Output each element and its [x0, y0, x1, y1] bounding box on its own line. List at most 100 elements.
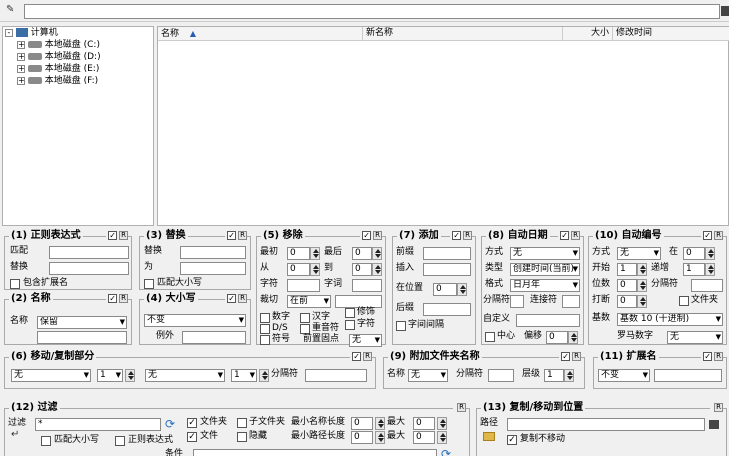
- last-stepper[interactable]: [372, 247, 382, 260]
- min-name-stepper[interactable]: [375, 417, 385, 430]
- hidden-checkbox[interactable]: [237, 432, 247, 442]
- move-from-select[interactable]: 无: [11, 369, 91, 382]
- join-input[interactable]: [562, 295, 580, 308]
- first-stepper[interactable]: [310, 247, 320, 260]
- folder-checkbox[interactable]: [679, 296, 689, 306]
- min-name-input[interactable]: 0: [351, 417, 373, 430]
- start-input[interactable]: 1: [617, 263, 637, 276]
- format-select[interactable]: 日月年: [510, 279, 580, 292]
- incr-input[interactable]: 1: [683, 263, 705, 276]
- panel-enable[interactable]: ✓ R: [106, 231, 128, 241]
- enable-checkbox[interactable]: ✓: [108, 294, 118, 303]
- reset-button[interactable]: R: [119, 231, 128, 240]
- mode-select[interactable]: 无: [617, 247, 661, 260]
- type-select[interactable]: 创建时间(当前): [510, 263, 580, 276]
- max-name-stepper[interactable]: [437, 417, 447, 430]
- at-pos-input[interactable]: 0: [433, 283, 457, 296]
- expand-icon[interactable]: +: [17, 52, 25, 61]
- name-select[interactable]: 保留: [37, 316, 127, 329]
- panel-enable[interactable]: ✓ R: [225, 294, 247, 304]
- max-path-input[interactable]: 0: [413, 431, 435, 444]
- replace-input[interactable]: [49, 262, 129, 275]
- panel-reset[interactable]: R: [453, 403, 466, 413]
- start-stepper[interactable]: [637, 263, 647, 276]
- column-header-modified[interactable]: 修改时间: [613, 27, 729, 41]
- reset-button[interactable]: R: [571, 231, 580, 240]
- reset-button[interactable]: R: [714, 352, 723, 361]
- column-header-newname[interactable]: 新名称: [363, 27, 563, 41]
- separator-input[interactable]: [488, 369, 514, 382]
- chars-input[interactable]: [287, 279, 320, 292]
- browse-icon[interactable]: [721, 6, 729, 16]
- offset-stepper[interactable]: [568, 331, 578, 344]
- first-input[interactable]: 0: [287, 247, 310, 260]
- enable-checkbox[interactable]: ✓: [227, 231, 237, 240]
- pin-icon[interactable]: ✎: [6, 5, 18, 15]
- file-list[interactable]: 名称 ▲ 新名称 大小 修改时间: [157, 26, 729, 226]
- expand-icon[interactable]: +: [17, 40, 25, 49]
- panel-enable[interactable]: ✓ R: [225, 231, 247, 241]
- panel-enable[interactable]: ✓ R: [350, 352, 372, 362]
- name-select[interactable]: 无: [408, 369, 448, 382]
- at-input[interactable]: 0: [683, 247, 705, 260]
- max-path-stepper[interactable]: [437, 431, 447, 444]
- reset-button[interactable]: R: [714, 403, 723, 412]
- chars2-checkbox[interactable]: [345, 320, 355, 330]
- insert-input[interactable]: [423, 263, 471, 276]
- move-to-select[interactable]: 无: [145, 369, 225, 382]
- tree-item-drive-f[interactable]: + 本地磁盘 (F:): [17, 75, 98, 88]
- match-case-checkbox[interactable]: [41, 436, 51, 446]
- enable-checkbox[interactable]: ✓: [227, 294, 237, 303]
- to-stepper[interactable]: [372, 263, 382, 276]
- suffix-input[interactable]: [423, 303, 471, 316]
- ext-input[interactable]: [654, 369, 722, 382]
- enable-checkbox[interactable]: ✓: [703, 352, 713, 361]
- up-folder-icon[interactable]: ↵: [11, 429, 19, 441]
- regex-checkbox[interactable]: [115, 436, 125, 446]
- folder-icon[interactable]: [483, 432, 495, 441]
- except-input[interactable]: [182, 331, 246, 344]
- column-header-size[interactable]: 大小: [563, 27, 613, 41]
- address-input[interactable]: [24, 4, 720, 19]
- condition-input[interactable]: [193, 449, 437, 456]
- reset-button[interactable]: R: [572, 352, 581, 361]
- match-input[interactable]: [49, 246, 129, 259]
- separator-input[interactable]: [691, 279, 723, 292]
- browse-icon[interactable]: [709, 420, 719, 429]
- panel-reset[interactable]: R: [710, 403, 723, 413]
- path-input[interactable]: [507, 418, 705, 431]
- column-header-name[interactable]: 名称 ▲: [158, 27, 363, 41]
- enable-checkbox[interactable]: ✓: [703, 231, 713, 240]
- filter-input[interactable]: *: [35, 418, 161, 431]
- chinese-checkbox[interactable]: [300, 313, 310, 323]
- reset-button[interactable]: R: [714, 231, 723, 240]
- move-count-select[interactable]: 1: [97, 369, 123, 382]
- expand-icon[interactable]: +: [17, 64, 25, 73]
- expand-icon[interactable]: +: [17, 76, 25, 85]
- levels-stepper[interactable]: [564, 369, 574, 382]
- match-case-checkbox[interactable]: [144, 279, 154, 289]
- folder-tree[interactable]: - 计算机 + 本地磁盘 (C:) + 本地磁盘 (D:) + 本地磁盘 (E:…: [2, 26, 154, 226]
- separator-input[interactable]: [305, 369, 367, 382]
- at-stepper[interactable]: [705, 247, 715, 260]
- reset-button[interactable]: R: [363, 352, 372, 361]
- ds-checkbox[interactable]: [260, 324, 270, 334]
- crop-select[interactable]: 在前: [287, 295, 331, 308]
- panel-enable[interactable]: ✓ R: [701, 231, 723, 241]
- to-input[interactable]: [180, 262, 246, 275]
- enable-checkbox[interactable]: ✓: [362, 231, 372, 240]
- at-pos-stepper[interactable]: [457, 283, 467, 296]
- trim-checkbox[interactable]: [345, 308, 355, 318]
- folders-checkbox[interactable]: ✓: [187, 418, 197, 428]
- replace-input[interactable]: [180, 246, 246, 259]
- offset-input[interactable]: 0: [546, 331, 568, 344]
- panel-enable[interactable]: ✓ R: [360, 231, 382, 241]
- custom-input[interactable]: [516, 314, 580, 327]
- panel-enable[interactable]: ✓ R: [701, 352, 723, 362]
- break-input[interactable]: 0: [617, 295, 637, 308]
- collapse-icon[interactable]: -: [5, 28, 13, 37]
- min-path-input[interactable]: 0: [351, 431, 373, 444]
- leading-dots-select[interactable]: 无: [349, 334, 382, 347]
- digits-checkbox[interactable]: [260, 313, 270, 323]
- from-input[interactable]: 0: [287, 263, 310, 276]
